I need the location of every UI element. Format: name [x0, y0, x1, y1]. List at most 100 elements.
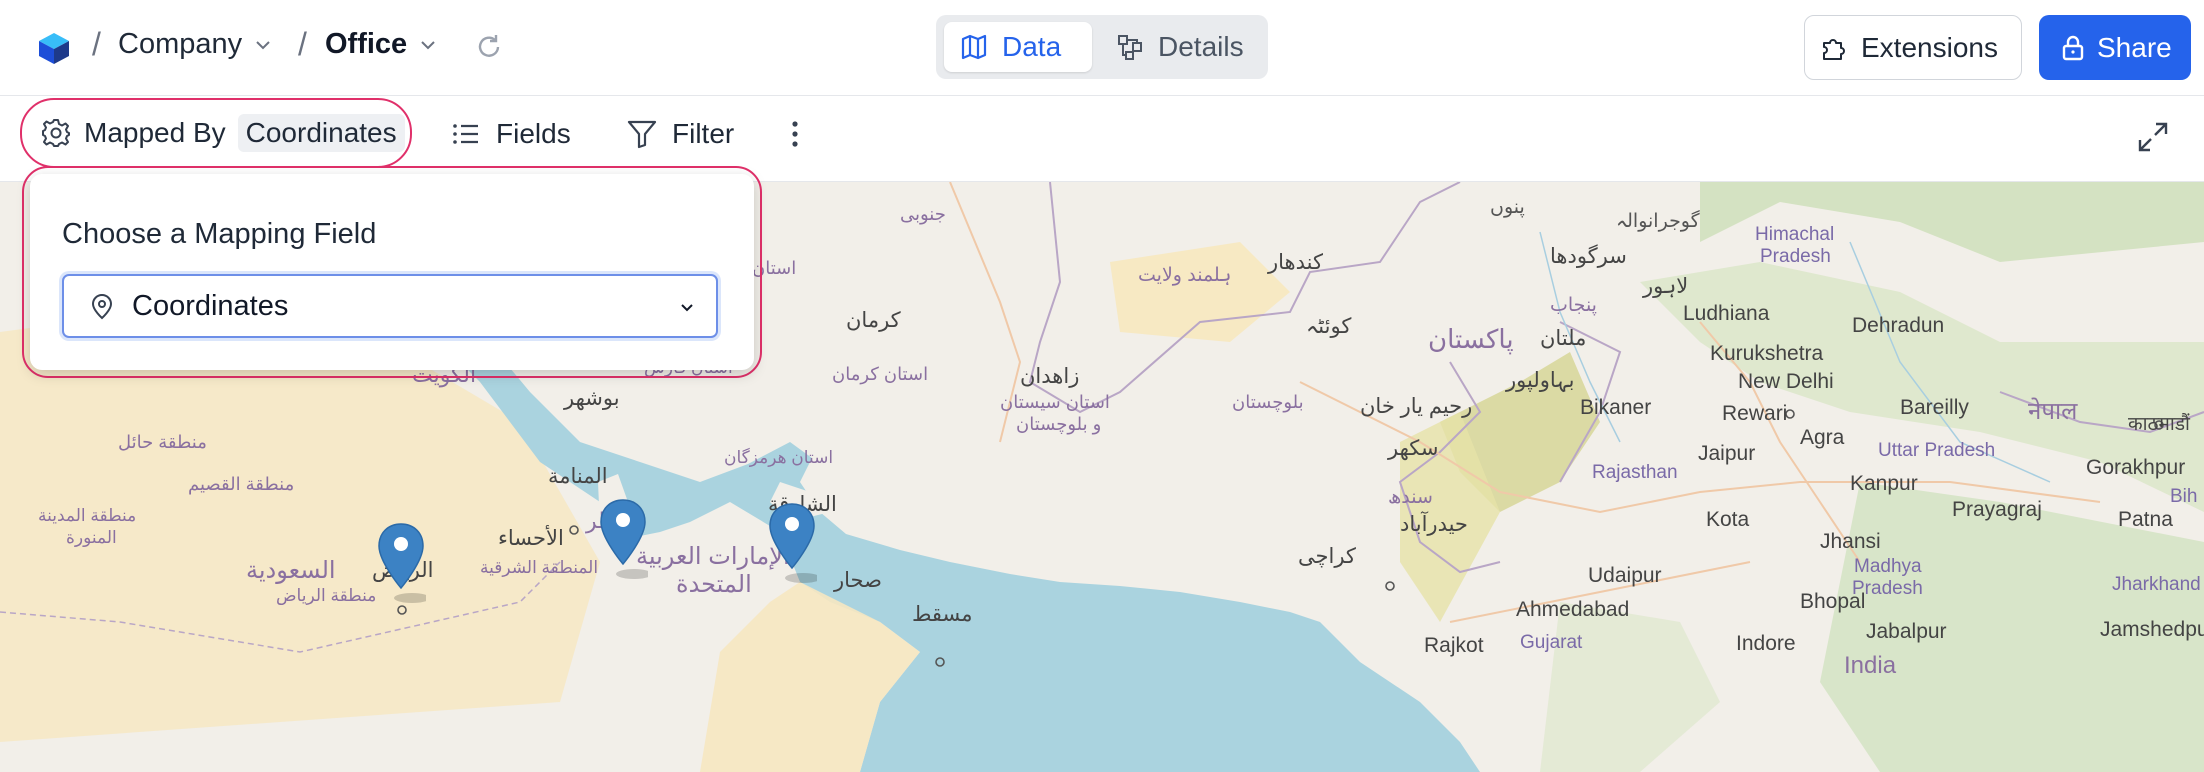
- map-place-label: Jabalpur: [1866, 620, 1947, 643]
- puzzle-icon: [1823, 38, 1845, 60]
- breadcrumb-workspace[interactable]: Company: [118, 28, 272, 61]
- breadcrumb-separator: /: [298, 26, 307, 62]
- tab-data[interactable]: Data: [944, 22, 1092, 72]
- map-place-label: بہاولپور: [1506, 369, 1575, 392]
- map-place-label: المتحدة: [676, 571, 752, 598]
- map-place-label: منطقة الرياض: [276, 586, 377, 605]
- map-place-label: India: [1844, 652, 1897, 679]
- map-marker-pin[interactable]: [598, 498, 648, 584]
- map-place-label: منطقة المدينة: [38, 506, 137, 525]
- list-icon: [453, 124, 478, 144]
- lock-icon: [2062, 35, 2084, 60]
- map-place-label: Patna: [2118, 508, 2173, 531]
- mapped-by-button[interactable]: Mapped By Coordinates: [20, 98, 412, 168]
- app-logo-icon[interactable]: [36, 30, 72, 66]
- details-icon: [1118, 35, 1142, 60]
- map-place-label: Kurukshetra: [1710, 342, 1824, 365]
- map-place-label: گوجرانوالہ: [1616, 211, 1700, 232]
- map-place-label: ہلمند ولایت: [1138, 265, 1232, 286]
- mapping-field-value: Coordinates: [132, 289, 289, 322]
- map-place-label: Bareilly: [1900, 396, 1969, 419]
- map-place-label: استان هرمزگان: [724, 448, 834, 467]
- extensions-button[interactable]: Extensions: [1804, 15, 2022, 80]
- location-pin-icon: [91, 293, 113, 320]
- map-place-label: المنطقة الشرقية: [480, 558, 599, 577]
- map-place-label: استان کرمان: [832, 364, 929, 384]
- map-place-label: لاہور: [1643, 275, 1689, 298]
- map-marker-pin[interactable]: [376, 522, 426, 608]
- map-place-label: سکھر: [1388, 437, 1439, 460]
- tab-data-label: Data: [1002, 31, 1062, 62]
- map-place-label: Rajasthan: [1592, 462, 1678, 483]
- share-label: Share: [2097, 31, 2172, 63]
- map-place-label: Kanpur: [1850, 472, 1918, 495]
- map-place-label: پنجاب: [1550, 295, 1597, 316]
- map-place-label: Udaipur: [1588, 564, 1662, 587]
- map-place-label: جنوبی: [900, 204, 946, 224]
- share-button[interactable]: Share: [2039, 15, 2191, 80]
- popover-title: Choose a Mapping Field: [62, 218, 377, 250]
- map-place-label: Prayagraj: [1952, 498, 2042, 521]
- map-place-label: Gujarat: [1520, 632, 1583, 653]
- map-place-label: Dehradun: [1852, 314, 1945, 337]
- extensions-label: Extensions: [1861, 31, 1998, 63]
- chevron-down-icon: [681, 304, 693, 312]
- map-place-label: Ahmedabad: [1516, 598, 1630, 621]
- mapped-by-prefix: Mapped By: [84, 117, 226, 148]
- map-place-label: بوشهر: [564, 387, 620, 410]
- map-place-label: المنامة: [548, 465, 608, 488]
- breadcrumb-workspace-label: Company: [118, 28, 243, 60]
- map-place-label: پاکستان: [1428, 324, 1514, 354]
- map-place-label: منطقة حائل: [118, 432, 207, 452]
- map-place-label: Indore: [1736, 632, 1796, 655]
- map-place-label: کوئٹہ: [1306, 315, 1352, 338]
- filter-button[interactable]: Filter: [626, 118, 734, 150]
- map-place-label: Bhopal: [1800, 590, 1866, 613]
- more-options-icon[interactable]: [780, 118, 810, 150]
- map-place-label: منطقة القصيم: [188, 474, 295, 494]
- mapping-field-select[interactable]: Coordinates: [62, 274, 718, 338]
- map-place-label: Ludhiana: [1683, 302, 1770, 325]
- map-place-label: Rajkot: [1424, 634, 1484, 657]
- map-place-label: کندھار: [1268, 251, 1323, 274]
- tab-details-label: Details: [1158, 31, 1244, 62]
- map-place-label: كراچی: [1298, 545, 1356, 568]
- breadcrumb-table[interactable]: Office: [325, 28, 437, 61]
- map-place-label: حیدرآباد: [1400, 513, 1468, 536]
- map-place-label: بلوچستان: [1232, 392, 1304, 412]
- expand-icon[interactable]: [2137, 121, 2169, 153]
- map-place-label: Bih: [2170, 486, 2198, 507]
- map-place-label: Rewari: [1722, 402, 1788, 425]
- map-marker-pin[interactable]: [767, 502, 817, 588]
- chevron-down-icon: [421, 40, 435, 49]
- chevron-down-icon: [256, 40, 270, 49]
- fields-button[interactable]: Fields: [450, 118, 571, 150]
- reload-icon[interactable]: [474, 32, 504, 62]
- breadcrumb-table-label: Office: [325, 28, 408, 60]
- map-icon: [961, 34, 987, 60]
- map-place-label: Jaipur: [1698, 442, 1756, 465]
- map-place-label: Jharkhand: [2112, 574, 2201, 595]
- map-place-label: नेपाल: [2028, 398, 2078, 425]
- view-switch: Data Details: [936, 15, 1268, 79]
- map-place-label: Pradesh: [1760, 246, 1831, 267]
- filter-label: Filter: [672, 118, 735, 149]
- map-place-label: مسقط: [912, 603, 973, 626]
- map-place-label: رحیم یار خان: [1360, 395, 1473, 418]
- mapped-by-value: Coordinates: [237, 114, 405, 152]
- map-place-label: پنوں: [1490, 197, 1525, 218]
- map-place-label: New Delhi: [1738, 370, 1834, 393]
- mapping-field-card: Choose a Mapping Field Coordinates: [30, 174, 754, 370]
- fields-label: Fields: [496, 118, 571, 149]
- gear-icon: [42, 119, 70, 147]
- map-place-label: زاهدان: [1020, 365, 1080, 388]
- map-place-label: Agra: [1800, 426, 1845, 449]
- map-place-label: صحار: [834, 569, 882, 592]
- map-place-label: المنورة: [66, 528, 117, 547]
- map-place-label: ملتان: [1540, 327, 1587, 350]
- map-place-label: السعودية: [246, 557, 336, 584]
- map-place-label: Jamshedpur: [2100, 618, 2204, 641]
- map-place-label: Madhya: [1854, 556, 1922, 577]
- map-place-label: کرمان: [846, 309, 901, 332]
- tab-details[interactable]: Details: [1100, 22, 1260, 72]
